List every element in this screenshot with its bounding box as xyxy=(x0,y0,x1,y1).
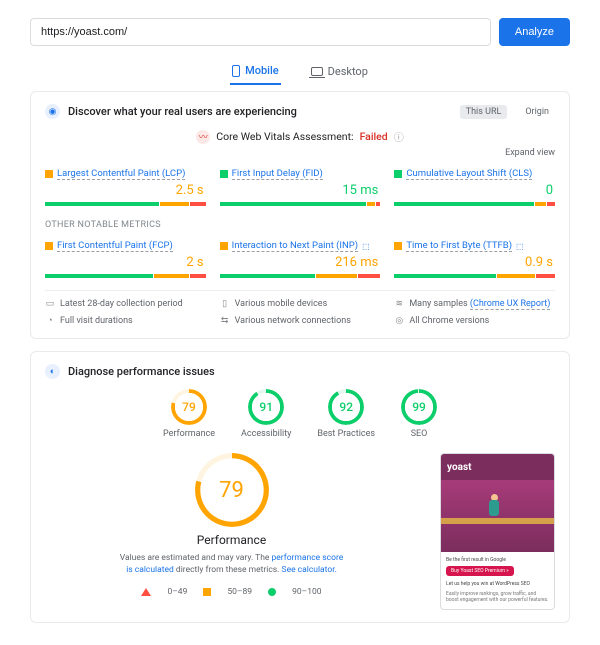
metric-name-link[interactable]: Largest Contentful Paint (LCP) xyxy=(57,168,185,180)
gauge[interactable]: 79 Performance xyxy=(163,389,215,439)
cwv-status-text: Failed xyxy=(360,130,388,143)
metric: Largest Contentful Paint (LCP) 2.5 s xyxy=(45,166,206,206)
users-icon: ◉ xyxy=(45,104,60,119)
gauge-ring: 91 xyxy=(248,389,284,425)
gauge-label: Performance xyxy=(163,429,215,439)
diagnose-icon: ◐ xyxy=(45,364,60,379)
gauge[interactable]: 92 Best Practices xyxy=(317,389,375,439)
scope-this-url-button[interactable]: This URL xyxy=(460,105,508,119)
metric-name-link[interactable]: Time to First Byte (TTFB) xyxy=(406,240,512,252)
tab-desktop[interactable]: Desktop xyxy=(309,60,370,85)
field-data-footnotes: ▭Latest 28-day collection period ▯Variou… xyxy=(45,290,555,326)
gauge-label: Accessibility xyxy=(241,429,291,439)
distribution-bar xyxy=(45,202,206,206)
crux-link[interactable]: (Chrome UX Report) xyxy=(470,299,550,310)
expand-view-link[interactable]: Expand view xyxy=(45,148,555,158)
gauge[interactable]: 99 SEO xyxy=(401,389,437,439)
screenshot-brand: yoast xyxy=(447,462,471,473)
tab-mobile-label: Mobile xyxy=(245,64,279,77)
cwv-assessment: 〰 Core Web Vitals Assessment: Failed ⓘ xyxy=(45,129,555,144)
chrome-icon: ◎ xyxy=(394,316,404,326)
gauge[interactable]: 91 Accessibility xyxy=(241,389,291,439)
gauge-label: Best Practices xyxy=(317,429,375,439)
tab-desktop-label: Desktop xyxy=(328,65,368,78)
screenshot-cta: Buy Yoast SEO Premium » xyxy=(446,566,514,577)
gauge-ring: 79 xyxy=(171,389,207,425)
runner-illustration xyxy=(481,494,509,534)
lab-title: Diagnose performance issues xyxy=(68,365,555,378)
category-gauges: 79 Performance 91 Accessibility 92 Best … xyxy=(45,389,555,439)
metric-value: 15 ms xyxy=(222,183,379,198)
status-square-icon xyxy=(394,170,402,178)
metric: Time to First Byte (TTFB) ⬚ 0.9 s xyxy=(394,238,555,278)
analyze-button[interactable]: Analyze xyxy=(499,18,570,46)
metric-value: 216 ms xyxy=(222,255,379,270)
gauge-ring: 99 xyxy=(401,389,437,425)
gauge-label: SEO xyxy=(411,429,428,439)
field-data-title: Discover what your real users are experi… xyxy=(68,105,448,118)
triangle-icon xyxy=(141,588,151,596)
metric-value: 2 s xyxy=(47,255,204,270)
devices-icon: ▯ xyxy=(220,299,230,309)
performance-gauge-large: 79 xyxy=(195,453,269,527)
metric: Interaction to Next Paint (INP) ⬚ 216 ms xyxy=(220,238,381,278)
beta-icon: ⬚ xyxy=(516,242,524,251)
status-square-icon xyxy=(220,242,228,250)
circle-icon xyxy=(268,588,276,596)
clock-icon: ◔ xyxy=(45,315,55,326)
metric-name-link[interactable]: First Contentful Paint (FCP) xyxy=(57,240,173,252)
desktop-icon xyxy=(311,67,323,76)
core-metrics-grid: Largest Contentful Paint (LCP) 2.5 s Fir… xyxy=(45,166,555,206)
field-data-card: ◉ Discover what your real users are expe… xyxy=(30,91,570,339)
status-square-icon xyxy=(394,242,402,250)
performance-note: Values are estimated and may vary. The p… xyxy=(117,553,347,577)
status-square-icon xyxy=(45,170,53,178)
distribution-bar xyxy=(45,274,206,278)
beta-icon: ⬚ xyxy=(362,242,370,251)
page-screenshot: yoast Be the first result in Google Buy … xyxy=(440,453,555,610)
square-icon xyxy=(203,588,211,596)
metric: Cumulative Layout Shift (CLS) 0 xyxy=(394,166,555,206)
calendar-icon: ▭ xyxy=(45,299,55,309)
metric-value: 0.9 s xyxy=(396,255,553,270)
metric-value: 0 xyxy=(396,183,553,198)
see-calculator-link[interactable]: See calculator. xyxy=(282,565,337,575)
metric: First Contentful Paint (FCP) 2 s xyxy=(45,238,206,278)
url-input[interactable] xyxy=(30,18,491,46)
tab-mobile[interactable]: Mobile xyxy=(230,60,281,85)
distribution-bar xyxy=(394,202,555,206)
performance-score: 79 xyxy=(219,478,244,503)
metric-name-link[interactable]: Cumulative Layout Shift (CLS) xyxy=(406,168,532,180)
network-icon: ⇆ xyxy=(220,316,230,326)
metric: First Input Delay (FID) 15 ms xyxy=(220,166,381,206)
info-icon[interactable]: ⓘ xyxy=(394,129,404,144)
scope-origin-button[interactable]: Origin xyxy=(519,105,555,119)
status-square-icon xyxy=(220,170,228,178)
distribution-bar xyxy=(394,274,555,278)
score-legend: 0–49 50–89 90–100 xyxy=(141,587,321,597)
distribution-bar xyxy=(220,274,381,278)
other-metrics-label: OTHER NOTABLE METRICS xyxy=(45,220,555,230)
metric-name-link[interactable]: Interaction to Next Paint (INP) xyxy=(232,240,358,252)
cwv-status-icon: 〰 xyxy=(196,130,210,144)
status-square-icon xyxy=(45,242,53,250)
other-metrics-grid: First Contentful Paint (FCP) 2 s Interac… xyxy=(45,238,555,278)
mobile-icon xyxy=(232,65,240,77)
samples-icon: ≋ xyxy=(394,299,404,309)
device-tabs: Mobile Desktop xyxy=(30,60,570,85)
metric-value: 2.5 s xyxy=(47,183,204,198)
distribution-bar xyxy=(220,202,381,206)
gauge-ring: 92 xyxy=(328,389,364,425)
metric-name-link[interactable]: First Input Delay (FID) xyxy=(232,168,323,180)
lab-card: ◐ Diagnose performance issues 79 Perform… xyxy=(30,351,570,623)
cwv-label: Core Web Vitals Assessment: xyxy=(216,130,353,143)
